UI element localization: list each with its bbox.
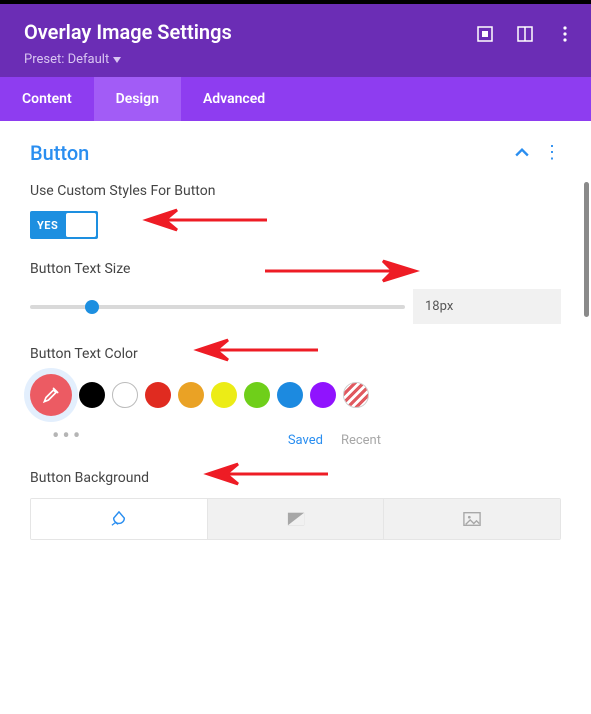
- text-size-input[interactable]: 18px: [413, 289, 561, 324]
- swatches-row: [30, 374, 561, 416]
- caret-down-icon: [113, 52, 121, 67]
- tab-advanced[interactable]: Advanced: [181, 77, 287, 121]
- content-area: Button ⋮ Use Custom Styles For Button YE…: [0, 121, 591, 582]
- bg-tab-gradient[interactable]: [208, 499, 385, 539]
- toggle-custom-styles[interactable]: YES: [30, 211, 98, 239]
- swatch-black[interactable]: [79, 382, 105, 408]
- swatch-transparent[interactable]: [343, 382, 369, 408]
- palette-tab-recent[interactable]: Recent: [341, 433, 381, 448]
- section-title: Button: [30, 141, 89, 165]
- kebab-menu-icon[interactable]: [557, 26, 573, 42]
- swatch-yellow[interactable]: [211, 382, 237, 408]
- slider-text-size[interactable]: [30, 297, 405, 317]
- swatch-green[interactable]: [244, 382, 270, 408]
- swatch-blue[interactable]: [277, 382, 303, 408]
- label-text-color: Button Text Color: [30, 346, 561, 362]
- pointer-arrow-1: [137, 208, 267, 232]
- swatch-orange[interactable]: [178, 382, 204, 408]
- preset-label: Preset: Default: [24, 52, 109, 67]
- tab-design[interactable]: Design: [94, 77, 181, 121]
- label-text-size: Button Text Size: [30, 261, 561, 277]
- bg-tab-color[interactable]: [31, 499, 208, 539]
- label-custom-styles: Use Custom Styles For Button: [30, 183, 561, 199]
- swatch-white[interactable]: [112, 382, 138, 408]
- panel-icon[interactable]: [517, 26, 533, 42]
- section-menu-icon[interactable]: ⋮: [543, 144, 561, 162]
- bg-tab-image[interactable]: [384, 499, 560, 539]
- swatch-purple[interactable]: [310, 382, 336, 408]
- swatch-red[interactable]: [145, 382, 171, 408]
- toggle-label: YES: [30, 219, 58, 232]
- label-background: Button Background: [30, 470, 561, 486]
- settings-header: Overlay Image Settings Preset: Default: [0, 4, 591, 77]
- preset-dropdown[interactable]: Preset: Default: [24, 52, 121, 67]
- responsive-settings-icon[interactable]: [477, 26, 493, 42]
- tabs: Content Design Advanced: [0, 77, 591, 121]
- palette-tab-saved[interactable]: Saved: [288, 433, 323, 448]
- tab-content[interactable]: Content: [0, 77, 94, 121]
- color-picker-button[interactable]: [30, 374, 72, 416]
- background-type-tabs: [30, 498, 561, 540]
- scrollbar[interactable]: [584, 182, 589, 317]
- collapse-section-icon[interactable]: [515, 144, 529, 163]
- toggle-knob: [66, 213, 96, 237]
